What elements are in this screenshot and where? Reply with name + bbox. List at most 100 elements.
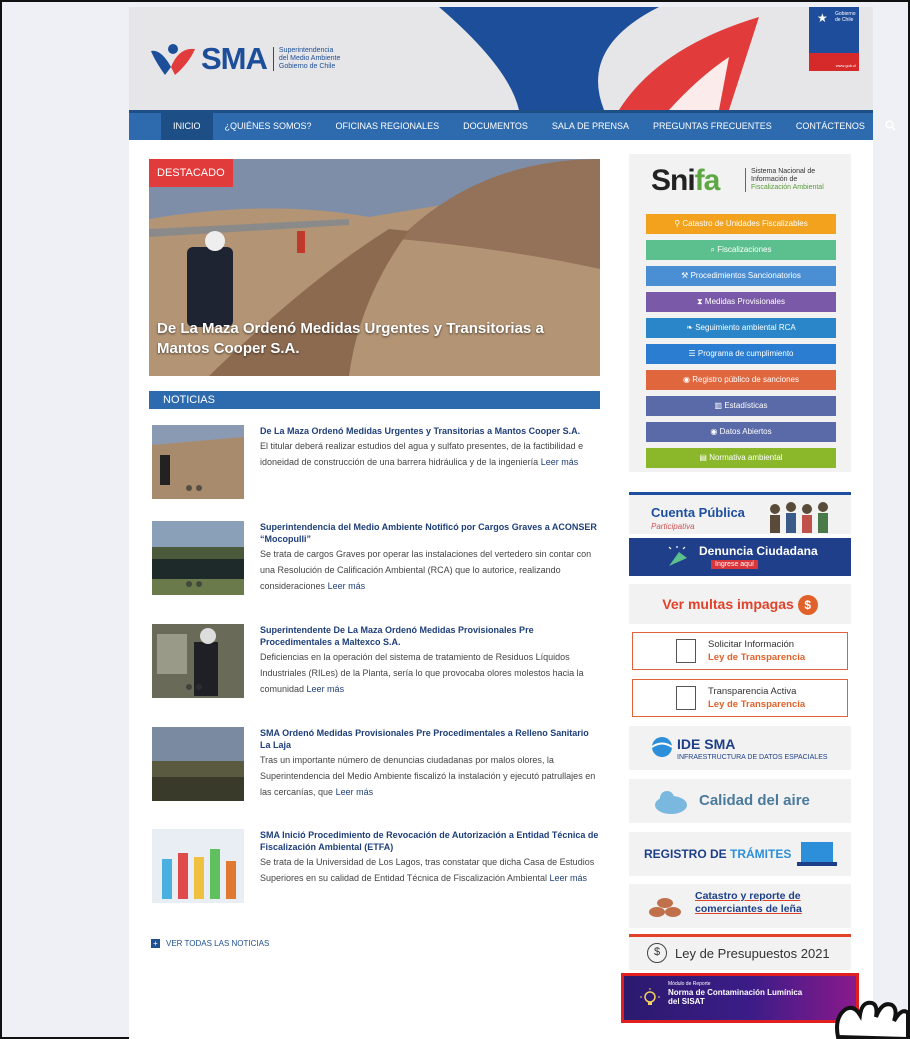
fiscalizaciones-button[interactable]: ⌕ Fiscalizaciones xyxy=(646,240,836,260)
document-icon xyxy=(676,686,696,710)
normativa-button[interactable]: ▤ Normativa ambiental xyxy=(646,448,836,468)
seguimiento-button[interactable]: ❧ Seguimiento ambiental RCA xyxy=(646,318,836,338)
nav-inicio[interactable]: INICIO xyxy=(161,113,213,140)
ver-multas-banner[interactable]: Ver multas impagas $ xyxy=(629,584,851,624)
dollar-icon: $ xyxy=(797,595,818,616)
banner-subtitle: Participativa xyxy=(651,522,695,531)
registro-tramites-banner[interactable]: REGISTRO DE TRÁMITES xyxy=(629,832,851,876)
news-title[interactable]: Superintendencia del Medio Ambiente Noti… xyxy=(260,521,600,545)
button-label: Datos Abiertos xyxy=(719,427,772,436)
estadisticas-button[interactable]: ▥ Estadísticas xyxy=(646,396,836,416)
read-more-link[interactable]: Leer más xyxy=(328,581,366,591)
see-all-news-link[interactable]: + VER TODAS LAS NOTICIAS xyxy=(151,939,269,948)
news-thumbnail[interactable] xyxy=(152,425,244,499)
carousel-dots[interactable] xyxy=(186,684,202,690)
catastro-button[interactable]: ⚲ Catastro de Unidades Fiscalizables xyxy=(646,214,836,234)
lightbulb-icon xyxy=(640,988,660,1005)
gobierno-line: de Chile xyxy=(835,17,854,23)
solicitar-informacion-banner[interactable]: Solicitar Información Ley de Transparenc… xyxy=(632,632,848,670)
news-section-header: NOTICIAS xyxy=(149,391,600,409)
ley-presupuestos-banner[interactable]: $ Ley de Presupuestos 2021 xyxy=(629,934,851,970)
read-more-link[interactable]: Leer más xyxy=(550,873,588,883)
map-pin-icon: ⚲ xyxy=(674,219,681,228)
nav-contactenos[interactable]: CONTÁCTENOS xyxy=(784,113,877,140)
featured-story[interactable]: DESTACADO De La Maza Ordenó Medidas Urge… xyxy=(149,159,600,376)
snifa-logo[interactable]: Snifa xyxy=(651,164,720,198)
news-thumbnail[interactable] xyxy=(152,829,244,903)
sma-logo-icon xyxy=(149,41,197,77)
search-icon[interactable] xyxy=(885,119,896,134)
button-label: Registro público de sanciones xyxy=(692,375,799,384)
news-thumbnail[interactable] xyxy=(152,624,244,698)
carousel-dots[interactable] xyxy=(186,581,202,587)
news-thumbnail[interactable] xyxy=(152,521,244,595)
snifa-sub-line: Información de xyxy=(751,176,798,183)
featured-badge: DESTACADO xyxy=(149,159,233,187)
banner-subtitle: INFRAESTRUCTURA DE DATOS ESPACIALES xyxy=(677,754,828,761)
read-more-link[interactable]: Leer más xyxy=(541,457,579,467)
gobierno-de-chile-logo[interactable]: ★ Gobierno de Chile www.gob.cl xyxy=(809,7,859,71)
datos-abiertos-button[interactable]: ◉ Datos Abiertos xyxy=(646,422,836,442)
news-title[interactable]: SMA Inició Procedimiento de Revocación d… xyxy=(260,829,600,853)
main-nav: INICIO ¿QUIÉNES SOMOS? OFICINAS REGIONAL… xyxy=(129,110,896,140)
transparencia-activa-banner[interactable]: Transparencia Activa Ley de Transparenci… xyxy=(632,679,848,717)
read-more-link[interactable]: Leer más xyxy=(336,787,374,797)
nav-documentos[interactable]: DOCUMENTOS xyxy=(451,113,540,140)
banner-title: IDE SMA xyxy=(677,736,736,752)
sma-logo[interactable]: SMA Superintendencia del Medio Ambiente … xyxy=(149,41,340,77)
procedimientos-button[interactable]: ⚒ Procedimientos Sancionatorios xyxy=(646,266,836,286)
see-all-label: VER TODAS LAS NOTICIAS xyxy=(166,939,270,948)
button-label: Programa de cumplimiento xyxy=(697,349,794,358)
leaf-icon: ❧ xyxy=(686,323,693,332)
logo-sub-line: Gobierno de Chile xyxy=(278,63,336,70)
banner-title: Ver multas impagas xyxy=(662,596,794,612)
snifa-sub-line: Sistema Nacional de xyxy=(751,168,816,175)
banner-line: Norma de Contaminación Lumínica xyxy=(668,988,803,997)
news-thumbnail[interactable] xyxy=(152,727,244,801)
nav-sala-de-prensa[interactable]: SALA DE PRENSA xyxy=(540,113,641,140)
button-label: Fiscalizaciones xyxy=(717,245,772,254)
news-title[interactable]: Superintendente De La Maza Ordenó Medida… xyxy=(260,624,600,648)
banner-title-a: REGISTRO DE xyxy=(644,847,731,861)
read-more-link[interactable]: Leer más xyxy=(307,684,345,694)
news-title[interactable]: SMA Ordenó Medidas Provisionales Pre Pro… xyxy=(260,727,600,751)
nav-oficinas-regionales[interactable]: OFICINAS REGIONALES xyxy=(324,113,452,140)
eye-icon: ◉ xyxy=(683,375,690,384)
news-item: Superintendente De La Maza Ordenó Medida… xyxy=(152,624,600,719)
ide-sma-banner[interactable]: IDE SMA INFRAESTRUCTURA DE DATOS ESPACIA… xyxy=(629,726,851,770)
book-icon: ▤ xyxy=(699,453,707,462)
nav-preguntas-frecuentes[interactable]: PREGUNTAS FRECUENTES xyxy=(641,113,784,140)
snifa-subtitle: Sistema Nacional de Información de Fisca… xyxy=(745,168,824,192)
news-summary: Se trata de cargos Graves por operar las… xyxy=(260,549,592,591)
banner-line: Solicitar Información xyxy=(708,639,795,650)
eye-icon: ◉ xyxy=(710,427,718,436)
featured-title[interactable]: De La Maza Ordenó Medidas Urgentes y Tra… xyxy=(157,319,597,359)
page: SMA Superintendencia del Medio Ambiente … xyxy=(129,7,896,1039)
cuenta-publica-banner[interactable]: Cuenta Pública Participativa xyxy=(629,492,851,534)
button-label: Seguimiento ambiental RCA xyxy=(695,323,796,332)
banner-subtitle: Ingrese aquí xyxy=(711,560,758,569)
nav-quienes-somos[interactable]: ¿QUIÉNES SOMOS? xyxy=(213,113,324,140)
laptop-icon xyxy=(797,842,837,866)
carousel-dots[interactable] xyxy=(186,485,202,491)
registro-sanciones-button[interactable]: ◉ Registro público de sanciones xyxy=(646,370,836,390)
banner-line: del SISAT xyxy=(668,997,705,1006)
medidas-button[interactable]: ⧗ Medidas Provisionales xyxy=(646,292,836,312)
programa-button[interactable]: ☰ Programa de cumplimiento xyxy=(646,344,836,364)
banner-title: Catastro y reporte de comerciantes de leñ… xyxy=(695,890,802,916)
calidad-del-aire-banner[interactable]: Calidad del aire xyxy=(629,779,851,823)
news-summary: Se trata de la Universidad de Los Lagos,… xyxy=(260,857,595,883)
hourglass-icon: ⧗ xyxy=(697,297,703,306)
snifa-panel: Snifa Sistema Nacional de Información de… xyxy=(629,154,851,472)
snifa-sub-line: Fiscalización Ambiental xyxy=(751,184,824,191)
news-title[interactable]: De La Maza Ordenó Medidas Urgentes y Tra… xyxy=(260,425,600,437)
news-item: De La Maza Ordenó Medidas Urgentes y Tra… xyxy=(152,425,600,520)
banner-title: REGISTRO DE TRÁMITES xyxy=(644,847,791,861)
header-graphic xyxy=(439,7,759,110)
catastro-lena-banner[interactable]: Catastro y reporte de comerciantes de leñ… xyxy=(629,884,851,928)
document-icon xyxy=(676,639,696,663)
sisat-norma-banner[interactable]: Módulo de Reporte Norma de Contaminación… xyxy=(621,973,859,1023)
denuncia-ciudadana-banner[interactable]: Denuncia Ciudadana Ingrese aquí xyxy=(629,538,851,576)
news-item: SMA Ordenó Medidas Provisionales Pre Pro… xyxy=(152,727,600,822)
star-icon: ★ xyxy=(817,11,828,25)
